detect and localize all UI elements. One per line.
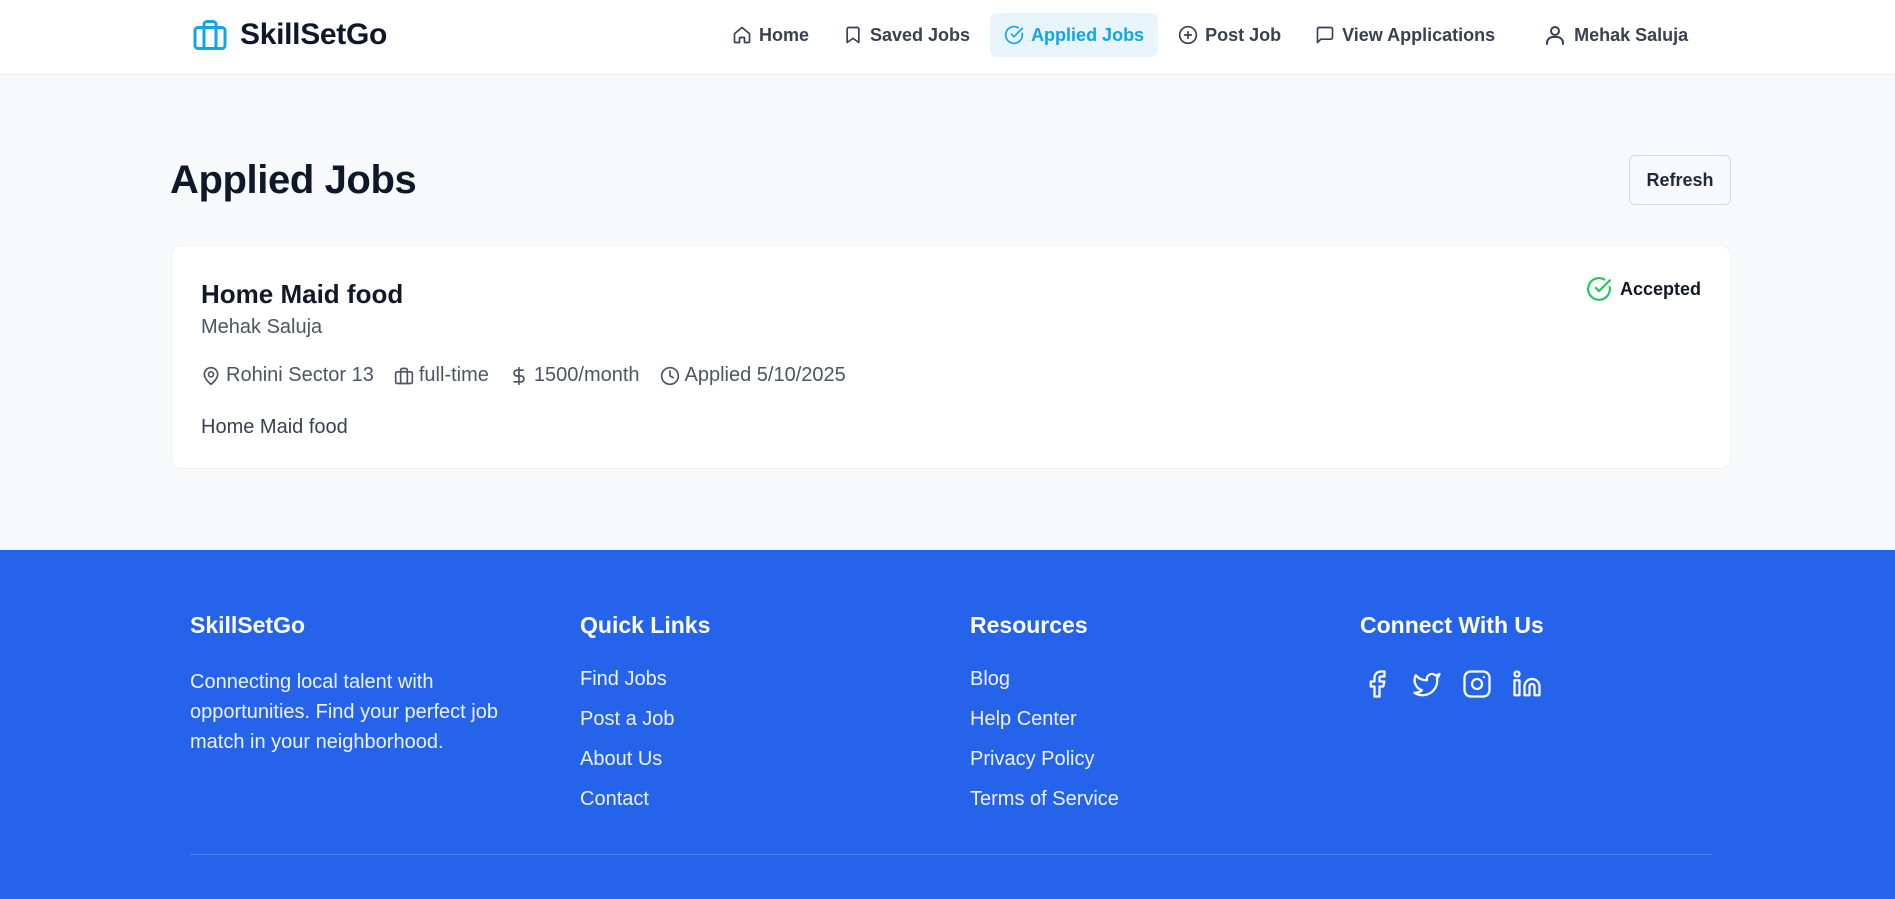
footer-about: SkillSetGo Connecting local talent with … <box>190 612 530 757</box>
instagram-icon[interactable] <box>1460 667 1494 701</box>
nav-item-saved-jobs[interactable]: Saved Jobs <box>829 13 984 57</box>
map-pin-icon <box>203 366 219 385</box>
nav-item-applied-jobs[interactable]: Applied Jobs <box>990 13 1159 57</box>
footer-quick-links: Quick Links Find Jobs Post a Job About U… <box>580 612 710 827</box>
user-menu[interactable]: Mehak Saluja <box>1529 13 1702 57</box>
nav-item-label: Saved Jobs <box>870 24 971 45</box>
nav-item-label: Home <box>759 24 810 45</box>
brand-logo-link[interactable]: SkillSetGo <box>190 16 387 54</box>
linkedin-icon[interactable] <box>1510 667 1544 701</box>
job-salary-text: 1500/month <box>533 364 640 386</box>
job-card[interactable]: Home Maid food Mehak Saluja Rohini Secto… <box>171 245 1731 469</box>
job-location: Rohini Sector 13 <box>201 364 374 387</box>
footer-link-privacy-policy[interactable]: Privacy Policy <box>970 747 1119 787</box>
footer-link-find-jobs[interactable]: Find Jobs <box>580 667 710 707</box>
footer-resources-heading: Resources <box>970 612 1088 638</box>
main-nav: Home Saved Jobs Applied Jobs Post Job Vi… <box>718 13 1702 57</box>
plus-circle-icon <box>1178 25 1198 45</box>
briefcase-icon <box>394 367 414 384</box>
nav-item-label: Post Job <box>1205 24 1282 45</box>
nav-item-label: Applied Jobs <box>1031 24 1145 45</box>
job-salary: 1500/month <box>509 364 640 387</box>
status-text: Accepted <box>1619 278 1701 299</box>
facebook-icon[interactable] <box>1360 667 1394 701</box>
twitter-icon[interactable] <box>1410 667 1444 701</box>
job-company: Mehak Saluja <box>201 316 323 338</box>
footer: SkillSetGo Connecting local talent with … <box>0 550 1895 899</box>
nav-item-home[interactable]: Home <box>718 13 823 57</box>
user-icon <box>1546 26 1565 45</box>
footer-connect-heading: Connect With Us <box>1360 612 1544 638</box>
check-circle-icon <box>1004 25 1024 45</box>
clock-icon <box>660 366 679 385</box>
job-type: full-time <box>394 364 489 387</box>
footer-resources: Resources Blog Help Center Privacy Polic… <box>970 612 1119 827</box>
dollar-icon <box>513 366 525 385</box>
footer-link-help-center[interactable]: Help Center <box>970 707 1119 747</box>
footer-link-blog[interactable]: Blog <box>970 667 1119 707</box>
footer-link-post-a-job[interactable]: Post a Job <box>580 707 710 747</box>
social-links <box>1360 667 1544 701</box>
footer-divider <box>190 854 1712 855</box>
briefcase-icon <box>190 16 230 54</box>
brand-name: SkillSetGo <box>240 18 388 51</box>
job-applied-text: Applied 5/10/2025 <box>684 364 846 386</box>
footer-link-about-us[interactable]: About Us <box>580 747 710 787</box>
message-icon <box>1316 26 1334 44</box>
footer-about-text: Connecting local talent with opportuniti… <box>190 671 498 753</box>
check-circle-icon <box>1587 277 1611 301</box>
footer-link-contact[interactable]: Contact <box>580 787 710 827</box>
page-title: Applied Jobs <box>170 158 417 202</box>
bookmark-icon <box>846 26 860 44</box>
footer-brand-heading: SkillSetGo <box>190 612 306 638</box>
home-icon <box>733 26 751 44</box>
footer-connect: Connect With Us <box>1360 612 1544 701</box>
footer-quick-links-heading: Quick Links <box>580 612 711 638</box>
status-badge: Accepted <box>1586 276 1701 302</box>
nav-item-view-applications[interactable]: View Applications <box>1301 13 1509 57</box>
user-name: Mehak Saluja <box>1574 24 1689 45</box>
nav-item-label: View Applications <box>1342 24 1496 45</box>
refresh-button[interactable]: Refresh <box>1629 155 1731 205</box>
job-meta: Rohini Sector 13 full-time 1500/month Ap… <box>201 364 846 387</box>
top-navbar: SkillSetGo Home Saved Jobs Applied Jobs … <box>0 0 1895 75</box>
job-applied-date: Applied 5/10/2025 <box>660 364 846 387</box>
job-description: Home Maid food <box>201 416 348 438</box>
job-location-text: Rohini Sector 13 <box>226 364 374 386</box>
job-title: Home Maid food <box>201 279 404 309</box>
nav-item-post-job[interactable]: Post Job <box>1164 13 1295 57</box>
footer-link-terms-of-service[interactable]: Terms of Service <box>970 787 1119 827</box>
job-type-text: full-time <box>418 364 489 386</box>
